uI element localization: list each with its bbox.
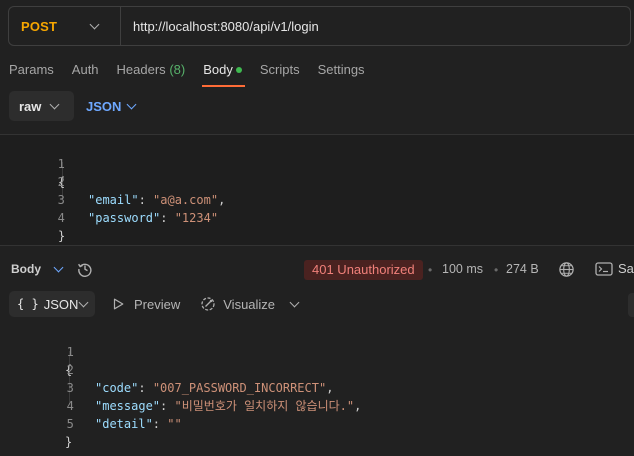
line-number: 2: [66, 363, 74, 377]
body-language-select[interactable]: JSON: [86, 98, 137, 114]
line-number: 4: [57, 211, 65, 225]
status-badge[interactable]: 401 Unauthorized: [304, 260, 423, 280]
chevron-down-icon[interactable]: [289, 297, 300, 307]
json-key: "password": [88, 211, 161, 225]
separator-dot: •: [494, 263, 499, 277]
code-line: 2 "email": "a@a.com",: [0, 155, 226, 207]
body-type-label: raw: [19, 98, 42, 114]
body-mode-row: raw JSON: [9, 91, 137, 121]
response-format-select[interactable]: { } JSON: [9, 291, 95, 317]
format-label: JSON: [43, 296, 79, 312]
braces-icon: { }: [17, 297, 39, 311]
response-header: Body 401 Unauthorized • 100 ms • 274 B S…: [0, 255, 634, 283]
response-toolbar: { } JSON Preview Visualize: [9, 291, 300, 317]
visualize-button[interactable]: Visualize: [200, 296, 300, 312]
json-key: "detail": [95, 417, 153, 431]
line-number: 2: [57, 175, 65, 189]
chevron-down-icon: [89, 19, 100, 29]
line-number: 3: [57, 193, 65, 207]
json-entry: "code": "007_PASSWORD_INCORRECT",: [95, 381, 334, 395]
json-value: "a@a.com": [153, 193, 219, 207]
body-indicator-dot: [235, 67, 242, 73]
json-entry: "email": "a@a.com",: [88, 193, 226, 207]
response-body-viewer[interactable]: 1 { 2 "code": "007_PASSWORD_INCORRECT", …: [0, 324, 634, 449]
request-body-editor[interactable]: 1 { 2 "email": "a@a.com", 3 "password": …: [0, 134, 634, 246]
tab-scripts[interactable]: Scripts: [251, 58, 309, 84]
method-select[interactable]: POST: [9, 7, 121, 45]
tab-label: Auth: [71, 62, 99, 77]
play-icon: [113, 298, 124, 310]
request-tabs: Params Auth Headers (8) Body Scripts Set…: [0, 58, 374, 88]
code-line: 3 "password": "1234": [0, 173, 218, 225]
tab-label: Params: [9, 62, 54, 77]
body-type-select[interactable]: raw: [9, 91, 74, 121]
url-input[interactable]: [121, 7, 630, 45]
json-value: "007_PASSWORD_INCORRECT": [152, 381, 327, 395]
json-entry: "password": "1234": [88, 211, 219, 225]
code-line: 1 {: [0, 325, 74, 377]
preview-button[interactable]: Preview: [113, 297, 180, 312]
tab-label: Headers: [116, 62, 166, 77]
line-number: 1: [57, 157, 65, 171]
tab-body[interactable]: Body: [194, 58, 251, 87]
request-url-bar: POST: [8, 6, 631, 46]
json-key: "message": [95, 399, 161, 413]
code-line: 5 }: [0, 397, 74, 449]
code-line: 4 "detail": "": [0, 379, 182, 431]
visualize-label: Visualize: [223, 296, 276, 312]
line-number: 1: [66, 345, 74, 359]
separator-dot: •: [428, 263, 433, 277]
json-value: "": [167, 417, 182, 431]
code-line: 3 "message": "비밀번호가 일치하지 않습니다.",: [0, 361, 362, 413]
code-line: 4 }: [0, 191, 66, 243]
chevron-down-icon: [49, 99, 60, 109]
json-brace: }: [58, 229, 66, 243]
json-entry: "message": "비밀번호가 일치하지 않습니다.",: [95, 399, 362, 413]
chevron-down-icon: [78, 297, 89, 307]
history-icon[interactable]: [77, 261, 93, 277]
json-key: "code": [95, 381, 139, 395]
globe-icon[interactable]: [558, 261, 575, 278]
json-key: "email": [88, 193, 139, 207]
tab-label: Body: [203, 62, 233, 77]
chevron-down-icon[interactable]: [53, 262, 64, 272]
response-section-label: Body: [11, 262, 41, 276]
json-value: "1234": [174, 211, 219, 225]
save-response-icon[interactable]: [595, 262, 613, 276]
chevron-down-icon: [126, 99, 137, 109]
body-language-label: JSON: [86, 98, 122, 114]
visualize-icon: [201, 297, 215, 311]
line-number: 3: [66, 381, 74, 395]
tab-headers[interactable]: Headers (8): [108, 58, 195, 84]
json-brace: }: [65, 435, 73, 449]
line-number: 4: [66, 399, 74, 413]
method-label: POST: [21, 18, 58, 34]
tab-settings[interactable]: Settings: [309, 58, 374, 84]
response-size[interactable]: 274 B: [506, 262, 539, 276]
preview-label: Preview: [134, 296, 181, 312]
json-value: "비밀번호가 일치하지 않습니다.": [174, 399, 355, 413]
tab-label: Settings: [317, 62, 365, 77]
save-response-label[interactable]: Sa: [618, 261, 634, 276]
code-line: 2 "code": "007_PASSWORD_INCORRECT",: [0, 343, 334, 395]
tab-label: Scripts: [259, 62, 300, 77]
response-time[interactable]: 100 ms: [442, 262, 483, 276]
headers-count: (8): [169, 62, 186, 77]
tab-params[interactable]: Params: [0, 58, 63, 84]
code-line: 1 {: [0, 137, 66, 189]
response-actions-stub[interactable]: [628, 293, 634, 317]
tab-auth[interactable]: Auth: [63, 58, 108, 84]
json-entry: "detail": "": [95, 417, 182, 431]
line-number: 5: [66, 417, 74, 431]
